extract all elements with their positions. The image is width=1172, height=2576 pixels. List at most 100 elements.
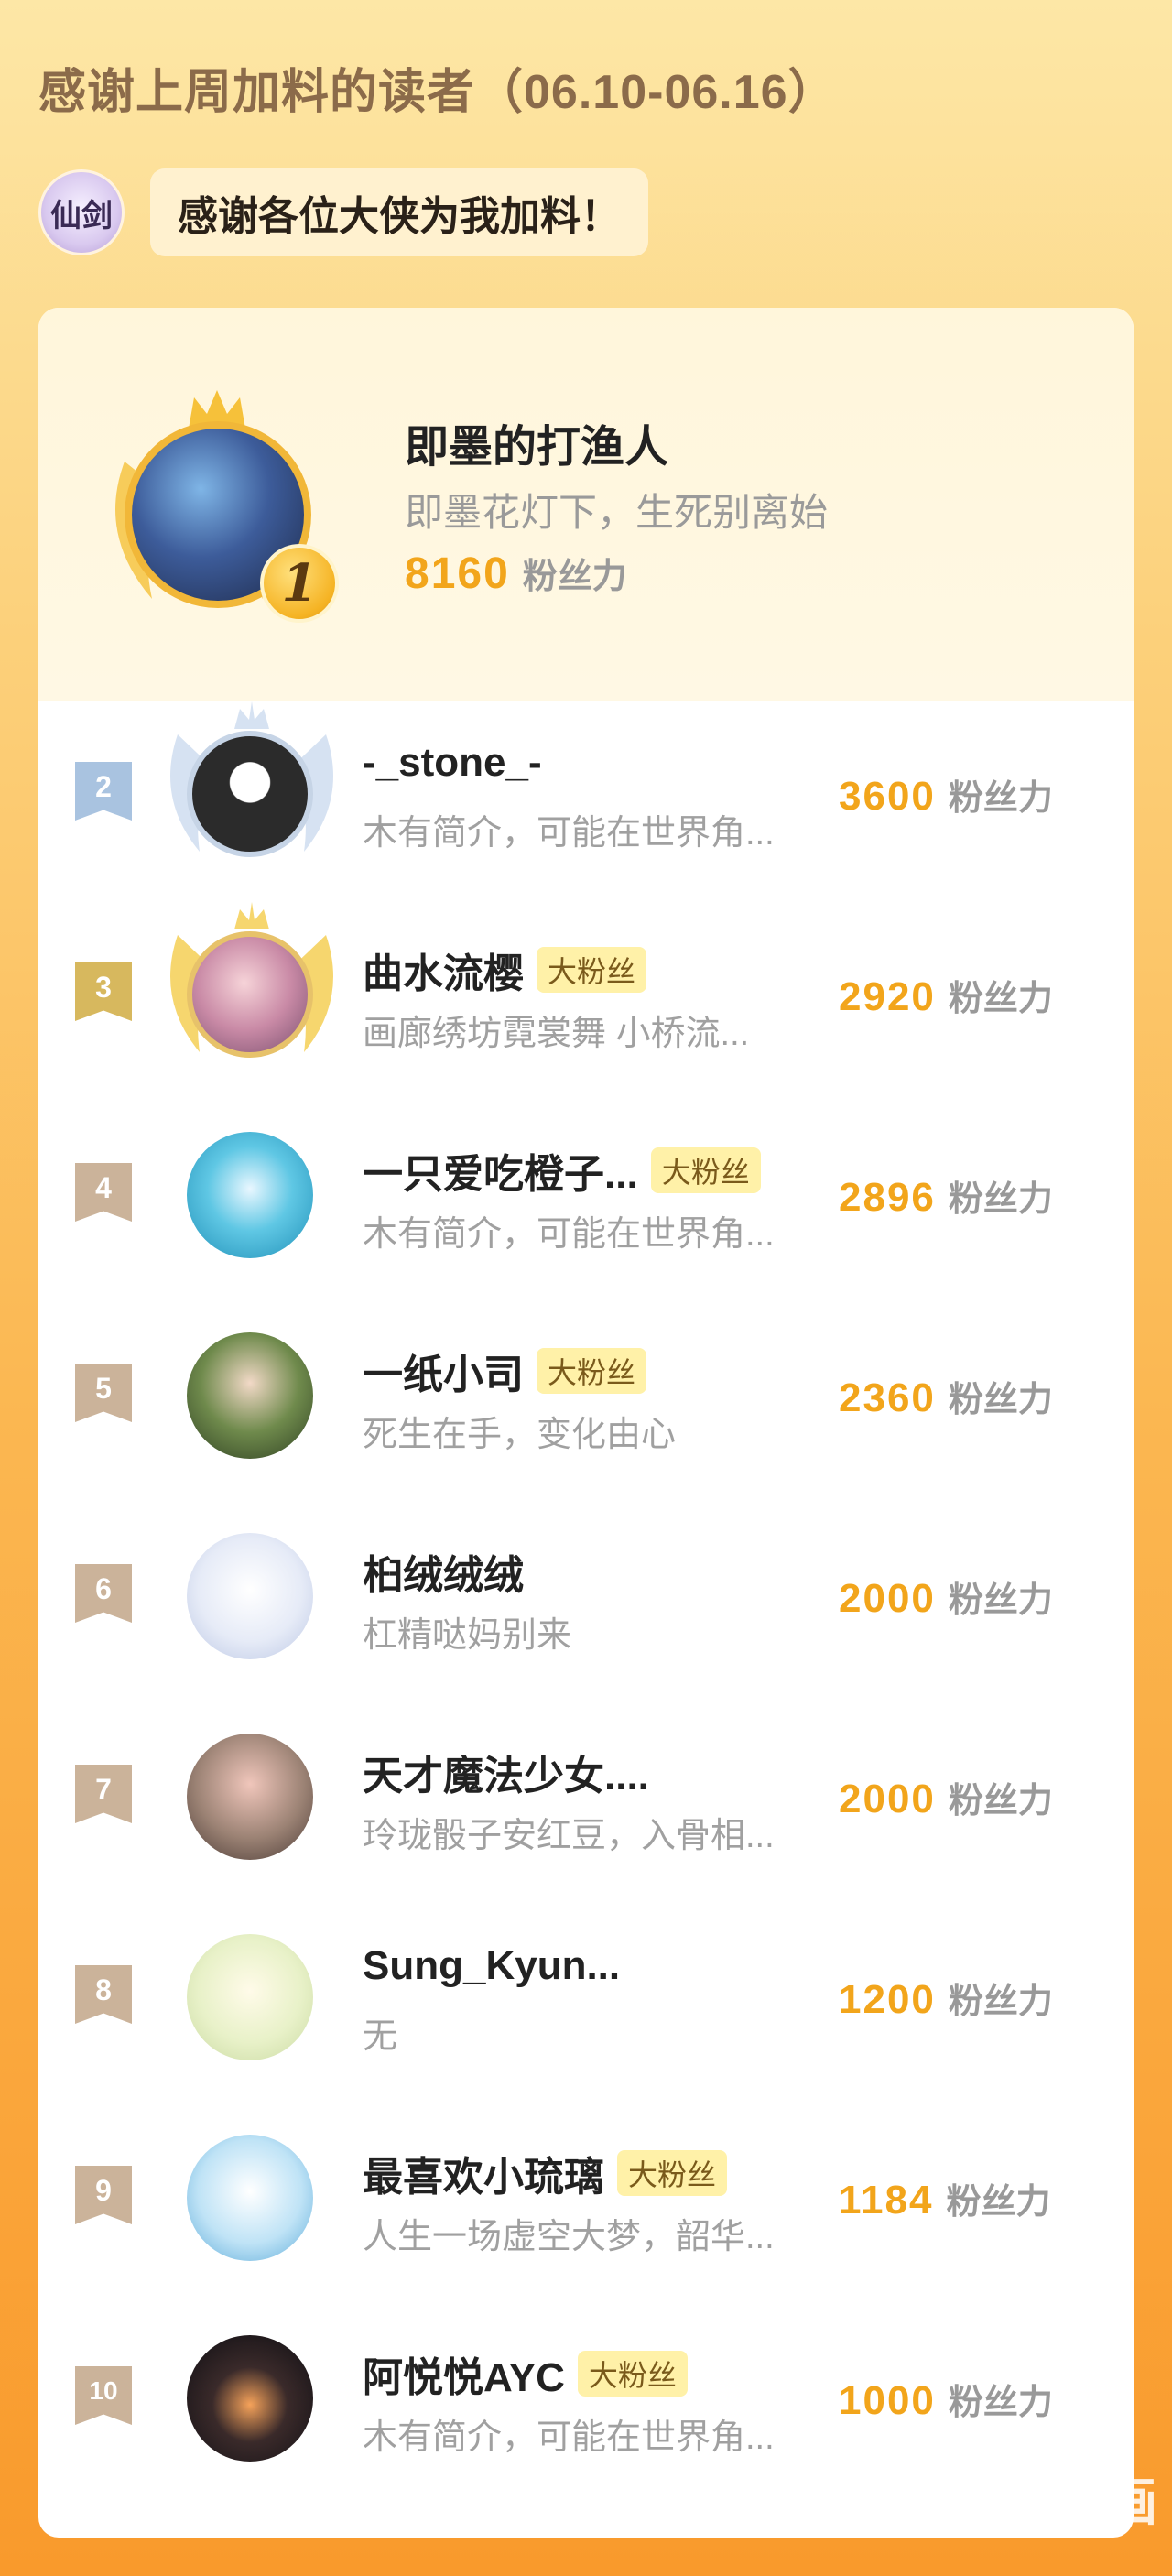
reader-row[interactable]: 8 Sung_Kyun... 无 1200 粉丝力: [38, 1908, 1134, 2108]
score-unit: 粉丝力: [948, 779, 1053, 818]
reader-bio: 人生一场虚空大梦，韶华...: [363, 2218, 775, 2256]
score-value: 2360: [839, 1375, 936, 1420]
score-unit: 粉丝力: [948, 1180, 1053, 1219]
score-unit: 粉丝力: [948, 1581, 1053, 1620]
reader-row[interactable]: 6 桕绒绒绒杠精哒妈别来 2000 粉丝力: [38, 1507, 1134, 1707]
fan-level-tag: 大粉丝: [577, 2351, 688, 2397]
reader-score: 2000 粉丝力: [839, 1571, 1053, 1622]
reader-avatar[interactable]: [187, 2335, 313, 2462]
reader-avatar[interactable]: [187, 1332, 313, 1459]
reader-avatar[interactable]: [187, 1132, 313, 1258]
reader-name[interactable]: 曲水流樱: [363, 940, 524, 999]
reader-row[interactable]: 4 一只爱吃橙子... 大粉丝木有简介，可能在世界角... 2896 粉丝力: [38, 1106, 1134, 1306]
score-unit: 粉丝力: [948, 1381, 1053, 1419]
reader-row[interactable]: 7 天才魔法少女.... 玲珑骰子安红豆，入骨相... 2000 粉丝力: [38, 1708, 1134, 1908]
reader-score: 1200 粉丝力: [839, 1973, 1053, 2023]
reader-name-line: 曲水流樱 大粉丝: [363, 940, 647, 999]
rank-badge: 4: [75, 1163, 132, 1222]
reader-avatar[interactable]: [187, 1934, 313, 2060]
reader-name[interactable]: 桕绒绒绒: [363, 1542, 524, 1601]
watermark-logo: 快看!: [837, 2460, 936, 2537]
reader-name-line: 天才魔法少女....: [363, 1743, 649, 1801]
page-title: 感谢上周加料的读者（06.10-06.16）: [38, 66, 837, 119]
score-unit: 粉丝力: [948, 1983, 1053, 2021]
reader-bio: 死生在手，变化由心: [363, 1416, 677, 1454]
fan-level-tag: 大粉丝: [617, 2150, 728, 2196]
reader-name-line: 最喜欢小琉璃 大粉丝: [363, 2144, 728, 2202]
fan-level-tag: 大粉丝: [537, 947, 647, 993]
watermark-text: 快看漫画: [952, 2473, 1157, 2531]
leaderboard-card: 1 即墨的打渔人 即墨花灯下，生死别离始 8160 粉丝力 2 -_stone_-…: [38, 308, 1134, 2538]
rank-1-badge: 1: [260, 544, 339, 623]
reader-score: 2360 粉丝力: [839, 1371, 1053, 1421]
watermark: 快看! 快看漫画: [837, 2460, 1157, 2537]
reader-name-line: 阿悦悦AYC 大粉丝: [363, 2344, 688, 2403]
fan-level-tag: 大粉丝: [650, 1147, 761, 1193]
reader-row[interactable]: 5 一纸小司 大粉丝死生在手，变化由心 2360 粉丝力: [38, 1307, 1134, 1506]
top-reader-bio: 即墨花灯下，生死别离始: [405, 491, 829, 534]
reader-name[interactable]: 最喜欢小琉璃: [363, 2144, 604, 2202]
reader-row[interactable]: 9 最喜欢小琉璃 大粉丝人生一场虚空大梦，韶华... 1184 粉丝力: [38, 2109, 1134, 2309]
reader-bio: 杠精哒妈别来: [363, 1616, 572, 1655]
score-unit: 粉丝力: [948, 2384, 1053, 2422]
reader-bio: 玲珑骰子安红豆，入骨相...: [363, 1817, 775, 1855]
reader-score: 2896 粉丝力: [839, 1170, 1053, 1221]
host-message-bubble: 感谢各位大侠为我加料！: [150, 168, 648, 256]
rank-badge: 5: [75, 1364, 132, 1422]
score-value: 3600: [839, 774, 936, 819]
top-reader-score: 8160 粉丝力: [405, 548, 627, 599]
reader-name-line: Sung_Kyun...: [363, 1943, 620, 1989]
reader-name[interactable]: -_stone_-: [363, 740, 542, 786]
rank-badge: 3: [75, 962, 132, 1021]
score-value: 2000: [839, 1576, 936, 1621]
top-reader-avatar-frame: 1: [88, 388, 339, 626]
score-unit: 粉丝力: [946, 2183, 1051, 2222]
reader-name[interactable]: 天才魔法少女....: [363, 1743, 649, 1801]
reader-name[interactable]: 一只爱吃橙子...: [363, 1141, 638, 1200]
score-value: 8160: [405, 549, 510, 598]
reader-avatar[interactable]: [187, 2135, 313, 2261]
reader-bio: 画廊绣坊霓裳舞 小桥流...: [363, 1015, 750, 1053]
score-unit: 粉丝力: [522, 558, 627, 596]
reader-avatar[interactable]: [187, 1734, 313, 1860]
reader-bio: 木有简介，可能在世界角...: [363, 1215, 775, 1254]
host-avatar[interactable]: 仙剑: [38, 169, 125, 255]
reader-name[interactable]: 一纸小司: [363, 1342, 524, 1400]
reader-name[interactable]: 阿悦悦AYC: [363, 2344, 565, 2403]
score-value: 2000: [839, 1777, 936, 1821]
reader-score: 2000 粉丝力: [839, 1772, 1053, 1822]
reader-bio: 无: [363, 2017, 398, 2056]
top-reader-section[interactable]: 1 即墨的打渔人 即墨花灯下，生死别离始 8160 粉丝力: [38, 308, 1134, 701]
reader-name-line: 一纸小司 大粉丝: [363, 1342, 647, 1400]
reader-row[interactable]: 2 -_stone_- 木有简介，可能在世界角... 3600 粉丝力: [38, 701, 1134, 905]
score-value: 1184: [839, 2178, 934, 2223]
reader-name-line: 桕绒绒绒: [363, 1542, 524, 1601]
score-value: 2896: [839, 1175, 936, 1220]
reader-bio: 木有简介，可能在世界角...: [363, 814, 775, 853]
reader-score: 1184 粉丝力: [839, 2173, 1050, 2223]
score-value: 1000: [839, 2378, 936, 2423]
fan-level-tag: 大粉丝: [537, 1348, 647, 1394]
reader-bio: 木有简介，可能在世界角...: [363, 2418, 775, 2457]
score-value: 1200: [839, 1977, 936, 2022]
top-reader-name[interactable]: 即墨的打渔人: [405, 410, 668, 474]
rank-badge: 6: [75, 1564, 132, 1623]
rank-badge: 9: [75, 2166, 132, 2224]
reader-avatar[interactable]: [187, 1533, 313, 1659]
score-unit: 粉丝力: [948, 980, 1053, 1018]
reader-score: 2920 粉丝力: [839, 970, 1053, 1020]
reader-name-line: 一只爱吃橙子... 大粉丝: [363, 1141, 761, 1200]
reader-name-line: -_stone_-: [363, 740, 542, 786]
reader-avatar[interactable]: [187, 731, 313, 857]
reader-avatar[interactable]: [187, 931, 313, 1058]
reader-name[interactable]: Sung_Kyun...: [363, 1943, 620, 1989]
reader-row[interactable]: 3 曲水流樱 大粉丝画廊绣坊霓裳舞 小桥流... 2920 粉丝力: [38, 902, 1134, 1105]
reader-score: 3600 粉丝力: [839, 769, 1053, 820]
rank-badge: 7: [75, 1765, 132, 1823]
reader-score: 1000 粉丝力: [839, 2374, 1053, 2424]
score-unit: 粉丝力: [948, 1782, 1053, 1821]
score-value: 2920: [839, 974, 936, 1019]
rank-badge: 8: [75, 1965, 132, 2024]
rank-badge: 10: [75, 2366, 132, 2425]
rank-badge: 2: [75, 762, 132, 821]
